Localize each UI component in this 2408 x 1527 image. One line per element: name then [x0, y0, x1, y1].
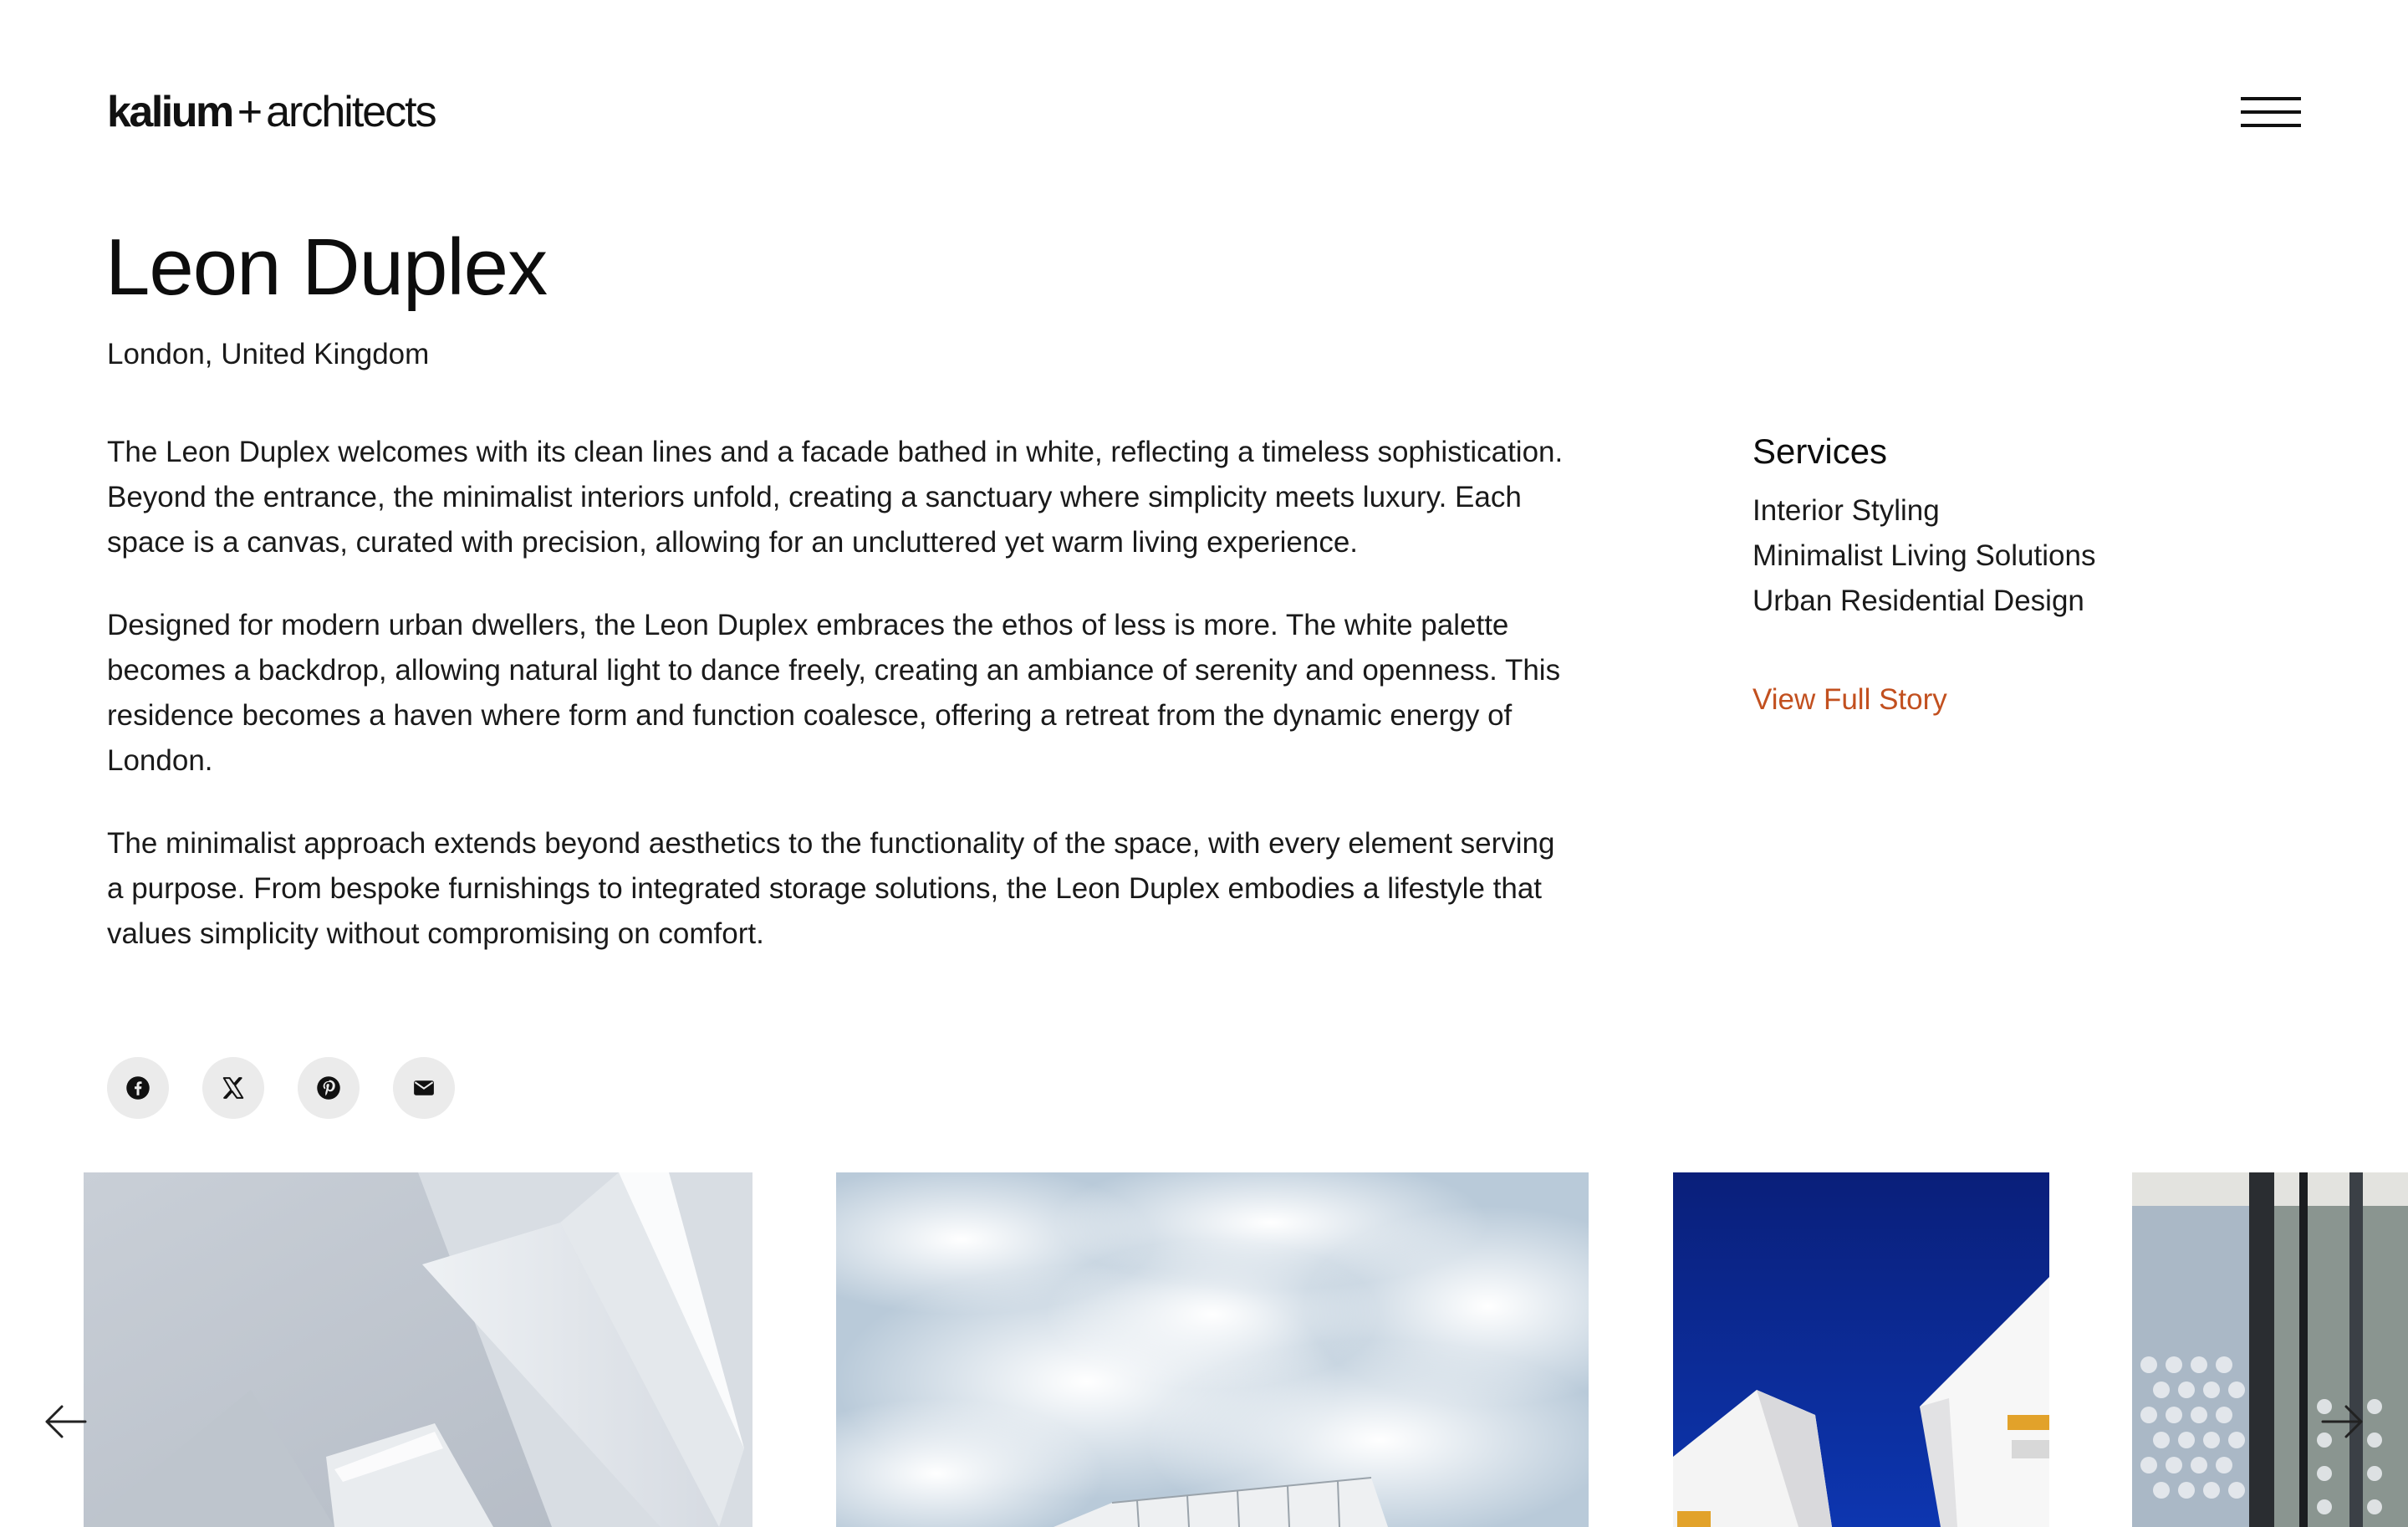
pinterest-icon	[317, 1076, 340, 1100]
arrow-left-icon	[45, 1405, 87, 1438]
glass-facade-image	[2132, 1172, 2408, 1527]
project-location: London, United Kingdom	[107, 338, 430, 370]
logo-sub: architects	[266, 88, 437, 136]
services-list: Interior Styling Minimalist Living Solut…	[1752, 488, 2254, 624]
facebook-share-button[interactable]	[107, 1057, 169, 1119]
page-title: Leon Duplex	[105, 222, 548, 312]
description-paragraph: The minimalist approach extends beyond a…	[107, 827, 1555, 950]
site-logo[interactable]: kalium + architects	[107, 87, 437, 137]
blue-sky-white-building-image	[1673, 1172, 2049, 1527]
service-item: Urban Residential Design	[1752, 585, 2084, 617]
sky-clouds-building-image	[836, 1172, 1589, 1527]
gallery-next-button[interactable]	[2318, 1397, 2368, 1447]
view-full-story-link[interactable]: View Full Story	[1752, 677, 1947, 723]
description-paragraph: The Leon Duplex welcomes with its clean …	[107, 436, 1564, 559]
pinterest-share-button[interactable]	[298, 1057, 360, 1119]
services-panel: Services Interior Styling Minimalist Liv…	[1752, 428, 2254, 624]
email-icon	[414, 1080, 434, 1095]
x-share-button[interactable]	[202, 1057, 264, 1119]
gallery-image[interactable]	[1673, 1172, 2049, 1527]
logo-plus: +	[237, 88, 263, 136]
description-paragraph: Designed for modern urban dwellers, the …	[107, 609, 1561, 777]
arrow-right-icon	[2321, 1405, 2363, 1438]
project-description: The Leon Duplex welcomes with its clean …	[107, 430, 1579, 994]
service-item: Minimalist Living Solutions	[1752, 539, 2096, 572]
services-heading: Services	[1752, 432, 1888, 471]
gallery-image[interactable]	[84, 1172, 752, 1527]
gallery-prev-button[interactable]	[40, 1397, 90, 1447]
email-share-button[interactable]	[393, 1057, 455, 1119]
logo-brand: kalium	[107, 88, 234, 136]
facebook-icon	[126, 1076, 150, 1100]
x-icon	[222, 1077, 244, 1099]
white-ceiling-interior-image	[84, 1172, 752, 1527]
service-item: Interior Styling	[1752, 494, 1940, 527]
project-gallery	[0, 1172, 2408, 1527]
project-page: kalium + architects Leon Duplex London, Un…	[0, 0, 2408, 1527]
hamburger-menu-icon[interactable]	[2241, 94, 2301, 130]
gallery-image[interactable]	[2132, 1172, 2408, 1527]
gallery-image[interactable]	[836, 1172, 1589, 1527]
